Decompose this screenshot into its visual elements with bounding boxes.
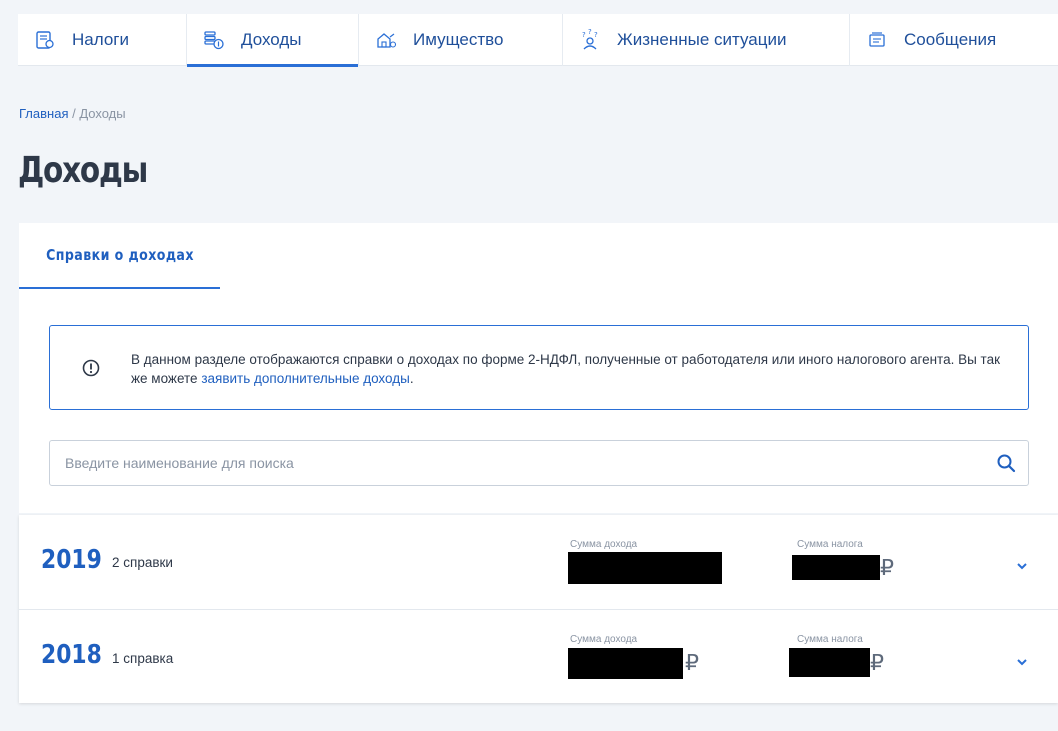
certificate-count: 1 справка xyxy=(112,651,174,666)
nav-item-life-situations[interactable]: ??? Жизненные ситуации xyxy=(563,14,850,66)
ruble-sign: ₽ xyxy=(685,650,699,675)
tax-amount-caption: Сумма налога xyxy=(797,634,863,645)
nav-item-property[interactable]: Имущество xyxy=(359,14,563,66)
nav-item-label: Жизненные ситуации xyxy=(617,30,787,49)
ruble-sign: ₽ xyxy=(870,650,884,675)
main-navigation: Налоги Доходы Имущество ??? Жизненные си… xyxy=(18,14,1058,67)
chevron-down-icon[interactable] xyxy=(1015,558,1029,570)
income-amount-redacted xyxy=(568,648,683,679)
breadcrumb-separator: / xyxy=(68,106,80,121)
income-years-list: 2019 2 справки Сумма дохода Сумма налога… xyxy=(19,515,1058,703)
declare-additional-income-link[interactable]: заявить дополнительные доходы xyxy=(201,371,410,386)
tab-income-certificates[interactable]: Справки о доходах xyxy=(19,223,220,289)
info-text-suffix: . xyxy=(409,371,414,386)
chevron-down-icon[interactable] xyxy=(1015,654,1029,666)
income-amount-redacted xyxy=(568,552,722,584)
year-row-2019[interactable]: 2019 2 справки Сумма дохода Сумма налога… xyxy=(19,515,1058,608)
income-panel: Справки о доходах В данном разделе отобр… xyxy=(19,223,1058,513)
nav-item-income[interactable]: Доходы xyxy=(187,14,359,67)
nav-item-label: Имущество xyxy=(413,30,504,49)
year-label: 2019 xyxy=(41,545,102,575)
income-amount-caption: Сумма дохода xyxy=(570,634,638,645)
search-box xyxy=(49,440,1029,486)
nav-item-label: Налоги xyxy=(72,30,129,49)
document-icon xyxy=(34,29,56,51)
message-icon xyxy=(866,29,888,51)
tab-label: Справки о доходах xyxy=(45,246,194,264)
certificate-count: 2 справки xyxy=(112,555,173,570)
page-title: Доходы xyxy=(18,150,148,191)
info-notice: В данном разделе отображаются справки о … xyxy=(49,325,1029,410)
info-icon xyxy=(82,359,100,377)
svg-text:?: ? xyxy=(588,29,592,36)
question-person-icon: ??? xyxy=(579,29,601,51)
year-row-2018[interactable]: 2018 1 справка Сумма дохода ₽ Сумма нало… xyxy=(19,609,1058,702)
svg-text:?: ? xyxy=(594,31,598,39)
search-icon[interactable] xyxy=(996,453,1016,473)
info-text: В данном разделе отображаются справки о … xyxy=(131,350,1011,388)
coins-icon xyxy=(203,29,225,51)
svg-text:?: ? xyxy=(582,31,586,39)
nav-item-label: Доходы xyxy=(241,30,302,49)
breadcrumb-home-link[interactable]: Главная xyxy=(19,106,68,121)
tax-amount-caption: Сумма налога xyxy=(797,539,863,550)
breadcrumb-current: Доходы xyxy=(79,106,126,121)
nav-item-messages[interactable]: Сообщения xyxy=(850,14,1058,66)
house-icon xyxy=(375,29,397,51)
income-amount-caption: Сумма дохода xyxy=(570,539,638,550)
breadcrumb: Главная / Доходы xyxy=(19,106,126,121)
tax-amount-redacted xyxy=(792,555,880,580)
ruble-sign: ₽ xyxy=(880,555,894,580)
year-label: 2018 xyxy=(41,640,102,670)
nav-item-taxes[interactable]: Налоги xyxy=(18,14,187,66)
tax-amount-redacted xyxy=(789,648,870,677)
nav-item-label: Сообщения xyxy=(904,30,997,49)
search-input[interactable] xyxy=(50,443,996,483)
